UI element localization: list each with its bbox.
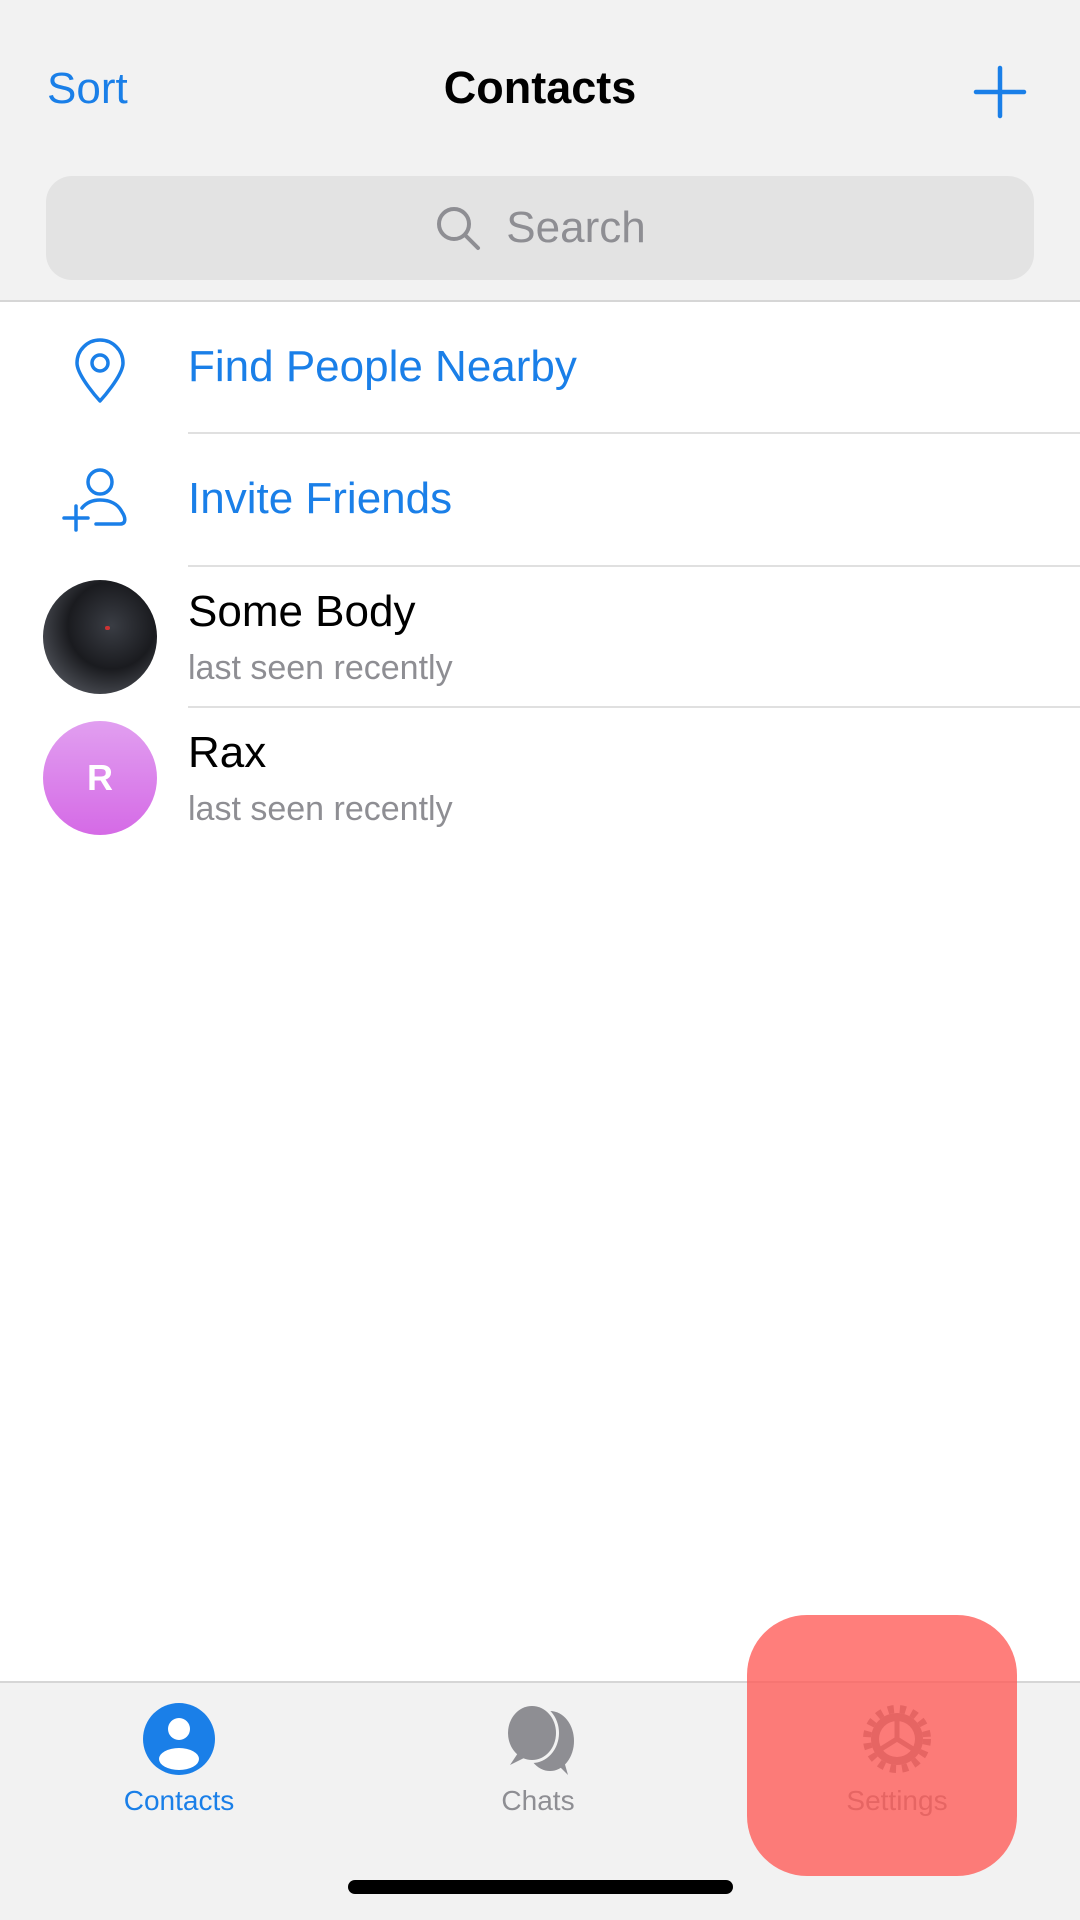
gear-icon <box>863 1705 931 1773</box>
tab-chats[interactable]: Chats <box>388 1683 688 1833</box>
add-person-icon <box>62 468 127 532</box>
avatar-initial: R <box>87 757 113 798</box>
tab-settings[interactable]: Settings <box>747 1683 1047 1833</box>
navigation-header: Sort Contacts Search <box>0 0 1080 302</box>
tab-label: Contacts <box>123 1785 235 1816</box>
contact-row[interactable]: R Rax last seen recently <box>0 708 1080 848</box>
contact-name: Some Body <box>188 587 416 636</box>
find-people-nearby-row[interactable]: Find People Nearby <box>0 302 1080 434</box>
avatar: R <box>43 721 157 835</box>
search-input[interactable]: Search <box>46 176 1034 280</box>
location-pin-icon <box>75 338 125 403</box>
invite-friends-row[interactable]: Invite Friends <box>0 434 1080 567</box>
page-title: Contacts <box>443 62 637 113</box>
avatar <box>43 580 157 694</box>
find-people-nearby-label: Find People Nearby <box>188 342 577 391</box>
search-icon <box>437 207 481 250</box>
search-placeholder: Search <box>506 203 646 252</box>
invite-friends-label: Invite Friends <box>188 474 453 523</box>
tab-label: Settings <box>846 1785 948 1816</box>
chat-bubbles-icon <box>505 1703 574 1775</box>
tab-label: Chats <box>501 1785 575 1816</box>
contact-status: last seen recently <box>188 790 453 828</box>
person-circle-icon <box>143 1703 215 1775</box>
contact-row[interactable]: Some Body last seen recently <box>0 567 1080 708</box>
home-indicator <box>348 1880 733 1894</box>
contact-name: Rax <box>188 728 267 777</box>
contact-status: last seen recently <box>188 649 453 687</box>
tab-contacts[interactable]: Contacts <box>29 1683 329 1833</box>
plus-icon[interactable] <box>972 64 1028 120</box>
